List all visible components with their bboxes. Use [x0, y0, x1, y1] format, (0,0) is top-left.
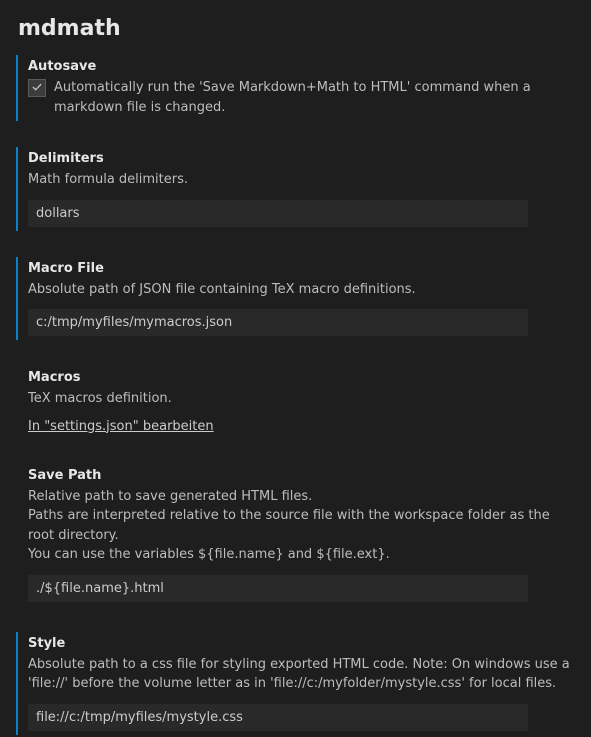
- autosave-description: Automatically run the 'Save Markdown+Mat…: [54, 78, 575, 117]
- save-path-desc-line3: You can use the variables ${file.name} a…: [28, 545, 575, 565]
- setting-style: Style Absolute path to a css file for st…: [16, 630, 575, 737]
- macro-file-input[interactable]: [28, 309, 528, 336]
- style-description: Absolute path to a css file for styling …: [28, 655, 575, 694]
- save-path-desc-line1: Relative path to save generated HTML fil…: [28, 487, 575, 507]
- setting-delimiters: Delimiters Math formula delimiters.: [16, 145, 575, 233]
- extension-heading: mdmath: [18, 16, 575, 41]
- delimiters-select[interactable]: [28, 200, 528, 227]
- save-path-label: Save Path: [28, 468, 575, 483]
- save-path-desc-line2: Paths are interpreted relative to the so…: [28, 506, 575, 545]
- setting-save-path: Save Path Relative path to save generate…: [16, 462, 575, 608]
- style-input[interactable]: [28, 704, 528, 731]
- save-path-description: Relative path to save generated HTML fil…: [28, 487, 575, 565]
- setting-macros: Macros TeX macros definition. In "settin…: [16, 364, 575, 440]
- setting-autosave: Autosave Automatically run the 'Save Mar…: [16, 53, 575, 123]
- style-label: Style: [28, 636, 575, 651]
- macro-file-description: Absolute path of JSON file containing Te…: [28, 280, 575, 300]
- macro-file-label: Macro File: [28, 261, 575, 276]
- delimiters-description: Math formula delimiters.: [28, 170, 575, 190]
- autosave-label: Autosave: [28, 59, 575, 74]
- macros-description: TeX macros definition.: [28, 389, 575, 409]
- macros-label: Macros: [28, 370, 575, 385]
- delimiters-label: Delimiters: [28, 151, 575, 166]
- setting-macro-file: Macro File Absolute path of JSON file co…: [16, 255, 575, 343]
- save-path-input[interactable]: [28, 575, 528, 602]
- edit-in-settings-link[interactable]: In "settings.json" bearbeiten: [28, 419, 214, 434]
- check-icon: [30, 81, 44, 95]
- autosave-checkbox[interactable]: [28, 79, 46, 97]
